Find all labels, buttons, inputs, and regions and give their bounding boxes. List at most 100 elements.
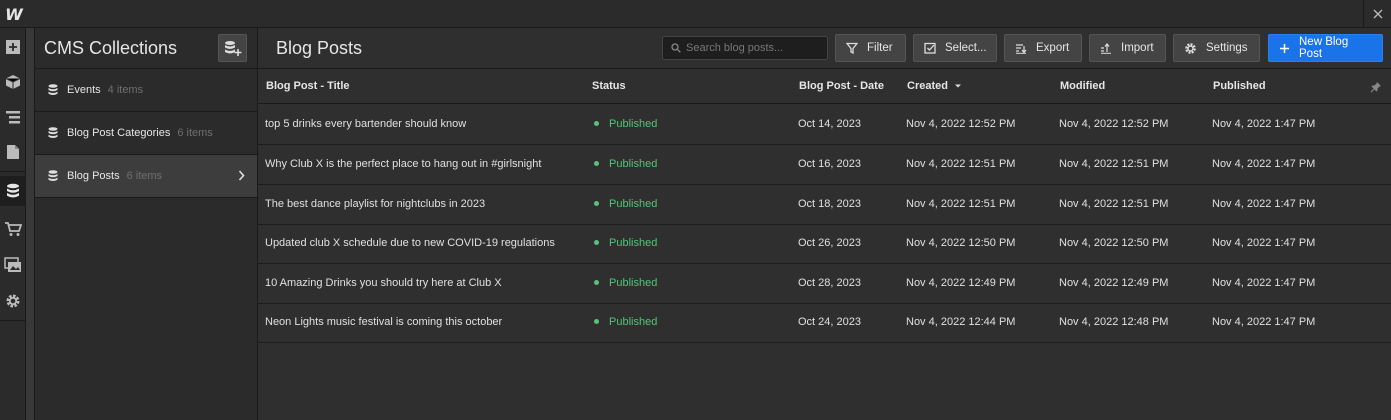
navigator-button[interactable] [0, 102, 25, 132]
cell-modified: Nov 4, 2022 12:49 PM [1059, 277, 1169, 289]
cell-created: Nov 4, 2022 12:51 PM [906, 198, 1016, 210]
close-icon [1373, 9, 1382, 19]
cell-modified: Nov 4, 2022 12:52 PM [1059, 118, 1169, 130]
cube-icon [5, 75, 20, 89]
search-input[interactable] [686, 42, 826, 54]
status-label: Published [609, 158, 658, 170]
column-header-title[interactable]: Blog Post - Title [266, 80, 350, 92]
filter-icon [846, 42, 858, 54]
close-button[interactable] [1363, 0, 1391, 28]
components-button[interactable] [0, 67, 25, 97]
cell-published: Nov 4, 2022 1:47 PM [1212, 237, 1316, 249]
search-icon [671, 43, 681, 53]
cms-button[interactable] [0, 176, 25, 206]
column-header-created[interactable]: Created [907, 80, 962, 92]
cell-created: Nov 4, 2022 12:52 PM [906, 118, 1016, 130]
pages-button[interactable] [0, 137, 25, 167]
rail-divider [0, 320, 25, 321]
select-button[interactable]: Select... [913, 34, 997, 62]
assets-button[interactable] [0, 250, 25, 280]
column-header-date[interactable]: Blog Post - Date [799, 80, 884, 92]
main-panel: Blog Posts Filter Select... Export Impor… [258, 28, 1391, 420]
collection-count: 6 items [126, 170, 163, 182]
cell-status: Published [594, 158, 657, 170]
cell-created: Nov 4, 2022 12:44 PM [906, 316, 1016, 328]
cell-title: The best dance playlist for nightclubs i… [265, 198, 486, 210]
cell-published: Nov 4, 2022 1:47 PM [1212, 158, 1316, 170]
export-button[interactable]: Export [1004, 34, 1082, 62]
cell-created: Nov 4, 2022 12:50 PM [906, 237, 1016, 249]
add-collection-button[interactable] [218, 34, 247, 62]
status-dot-icon [594, 160, 599, 166]
add-icon [5, 40, 20, 54]
table-row[interactable]: The best dance playlist for nightclubs i… [258, 185, 1391, 225]
status-dot-icon [594, 200, 599, 206]
status-dot-icon [594, 318, 599, 324]
cell-title: 10 Amazing Drinks you should try here at… [265, 277, 502, 289]
database-icon [48, 127, 58, 139]
status-label: Published [609, 118, 658, 130]
table-row[interactable]: Neon Lights music festival is coming thi… [258, 303, 1391, 343]
filter-button[interactable]: Filter [835, 34, 906, 62]
pin-icon[interactable] [1370, 80, 1382, 98]
collections-header: CMS Collections [35, 28, 257, 69]
cell-modified: Nov 4, 2022 12:50 PM [1059, 237, 1169, 249]
cell-published: Nov 4, 2022 1:47 PM [1212, 118, 1316, 130]
cell-title: Updated club X schedule due to new COVID… [265, 237, 555, 249]
table-row[interactable]: Why Club X is the perfect place to hang … [258, 145, 1391, 185]
add-panel-button[interactable] [0, 32, 25, 62]
cell-status: Published [594, 118, 657, 130]
column-header-status[interactable]: Status [592, 80, 626, 92]
collection-item-blog-posts[interactable]: Blog Posts 6 items [35, 155, 257, 198]
export-icon [1015, 42, 1027, 54]
page-icon [6, 145, 19, 159]
column-header-created-label: Created [907, 80, 948, 92]
import-label: Import [1121, 42, 1154, 54]
cell-modified: Nov 4, 2022 12:51 PM [1059, 158, 1169, 170]
status-label: Published [609, 277, 658, 289]
cell-date: Oct 18, 2023 [798, 198, 861, 210]
settings-label: Settings [1206, 42, 1248, 54]
export-label: Export [1036, 42, 1070, 54]
main-header: Blog Posts Filter Select... Export Impor… [258, 28, 1391, 69]
collection-item-blog-post-categories[interactable]: Blog Post Categories 6 items [35, 112, 257, 155]
new-blog-post-label: New Blog Post [1299, 36, 1349, 60]
cell-date: Oct 24, 2023 [798, 316, 861, 328]
collection-item-events[interactable]: Events 4 items [35, 69, 257, 112]
cell-title: Why Club X is the perfect place to hang … [265, 158, 542, 170]
status-label: Published [609, 237, 658, 249]
cell-published: Nov 4, 2022 1:47 PM [1212, 316, 1316, 328]
status-dot-icon [594, 239, 599, 245]
import-icon [1100, 42, 1112, 54]
table-header: Blog Post - Title Status Blog Post - Dat… [258, 69, 1391, 104]
cell-date: Oct 28, 2023 [798, 277, 861, 289]
select-label: Select... [945, 42, 987, 54]
collection-count: 6 items [177, 127, 213, 139]
left-toolbar [0, 28, 26, 420]
table-row[interactable]: top 5 drinks every bartender should know… [258, 105, 1391, 145]
add-database-icon [224, 41, 241, 56]
webflow-logo[interactable]: W [0, 0, 28, 28]
status-dot-icon [594, 279, 599, 285]
column-header-modified[interactable]: Modified [1060, 80, 1105, 92]
cell-date: Oct 26, 2023 [798, 237, 861, 249]
collection-label: Events [67, 84, 101, 96]
new-blog-post-button[interactable]: New Blog Post [1268, 34, 1383, 62]
collection-label: Blog Posts [67, 170, 120, 182]
ecommerce-button[interactable] [0, 214, 25, 244]
cell-date: Oct 16, 2023 [798, 158, 861, 170]
import-button[interactable]: Import [1089, 34, 1166, 62]
database-icon [48, 170, 58, 182]
table-row[interactable]: 10 Amazing Drinks you should try here at… [258, 264, 1391, 304]
collections-title: CMS Collections [44, 37, 178, 58]
settings-button[interactable]: Settings [1173, 34, 1260, 62]
top-bar: W [0, 0, 1391, 28]
column-header-published[interactable]: Published [1213, 80, 1266, 92]
cell-published: Nov 4, 2022 1:47 PM [1212, 277, 1316, 289]
settings-rail-button[interactable] [0, 286, 25, 316]
panel-gutter [26, 28, 34, 420]
cell-status: Published [594, 198, 657, 210]
search-box[interactable] [662, 36, 828, 60]
gear-icon [1184, 42, 1197, 55]
table-row[interactable]: Updated club X schedule due to new COVID… [258, 224, 1391, 264]
